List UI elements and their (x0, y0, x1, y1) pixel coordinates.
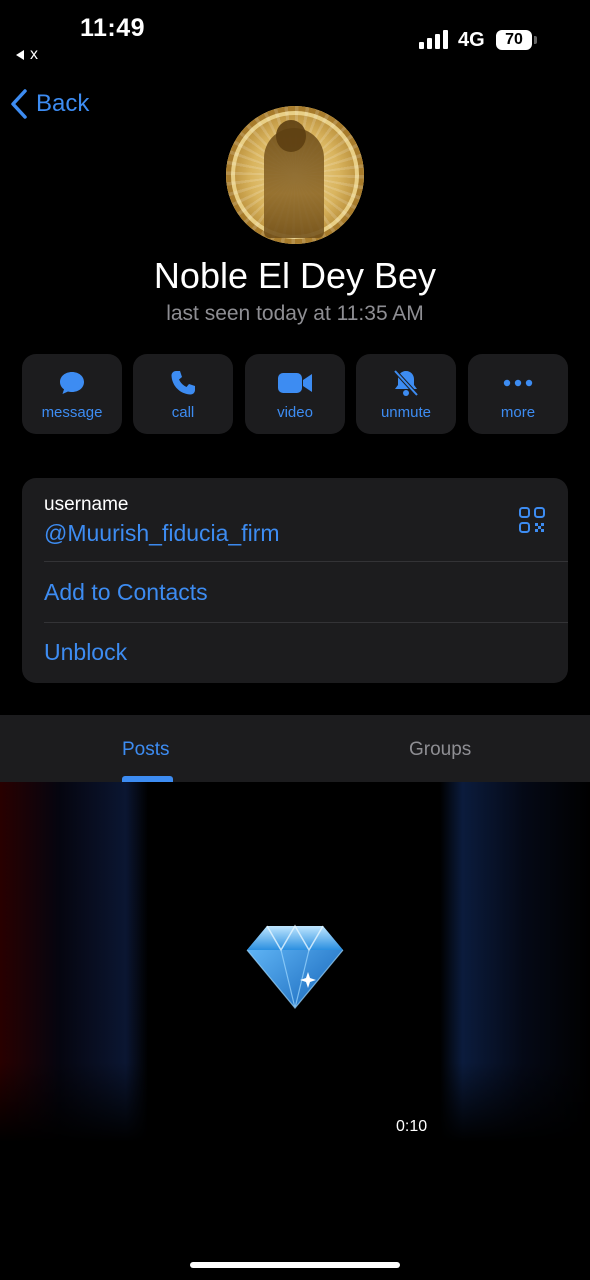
phone-icon (171, 371, 195, 395)
info-card: username @Muurish_fiducia_firm Add to Co… (22, 478, 568, 683)
battery-icon: 70 (496, 30, 537, 50)
username-label: username (44, 494, 129, 515)
back-to-app-link[interactable]: x (16, 46, 38, 64)
network-type: 4G (458, 29, 485, 51)
chevron-left-icon (11, 89, 27, 119)
profile-name: Noble El Dey Bey (153, 255, 437, 296)
back-button[interactable]: Back (10, 88, 89, 120)
last-seen-status: last seen today at 11:35 AM (166, 302, 424, 325)
video-post[interactable]: 0:10 (0, 782, 590, 1142)
unmute-label: unmute (380, 404, 432, 421)
back-triangle-icon (16, 49, 24, 60)
tab-bar: Posts Groups (0, 715, 590, 782)
tab-posts[interactable]: Posts (122, 739, 170, 761)
video-label: video (277, 404, 313, 421)
call-button[interactable]: call (133, 354, 233, 434)
tab-groups[interactable]: Groups (409, 739, 471, 761)
message-button[interactable]: message (22, 354, 122, 434)
more-button[interactable]: more (468, 354, 568, 434)
call-label: call (171, 404, 195, 421)
divider (44, 622, 568, 623)
add-to-contacts-button[interactable]: Add to Contacts (44, 579, 208, 606)
battery-level: 70 (496, 30, 532, 50)
status-time: 11:49 (80, 14, 146, 42)
video-duration: 0:10 (396, 1118, 428, 1135)
qr-code-icon[interactable] (518, 506, 546, 534)
video-camera-icon (278, 373, 312, 393)
back-label: Back (36, 90, 90, 117)
divider (44, 561, 568, 562)
message-label: message (41, 404, 103, 421)
video-button[interactable]: video (245, 354, 345, 434)
more-label: more (500, 404, 536, 421)
chat-bubble-icon (60, 372, 84, 394)
bell-slash-icon (393, 369, 419, 397)
cellular-signal-icon (419, 30, 449, 49)
avatar[interactable] (226, 106, 364, 244)
ellipsis-icon (503, 379, 533, 387)
back-app-label: x (30, 46, 38, 63)
gem-icon (246, 924, 344, 1009)
unblock-button[interactable]: Unblock (44, 639, 127, 666)
username-link[interactable]: @Muurish_fiducia_firm (44, 520, 280, 547)
unmute-button[interactable]: unmute (356, 354, 456, 434)
home-indicator[interactable] (190, 1262, 400, 1268)
